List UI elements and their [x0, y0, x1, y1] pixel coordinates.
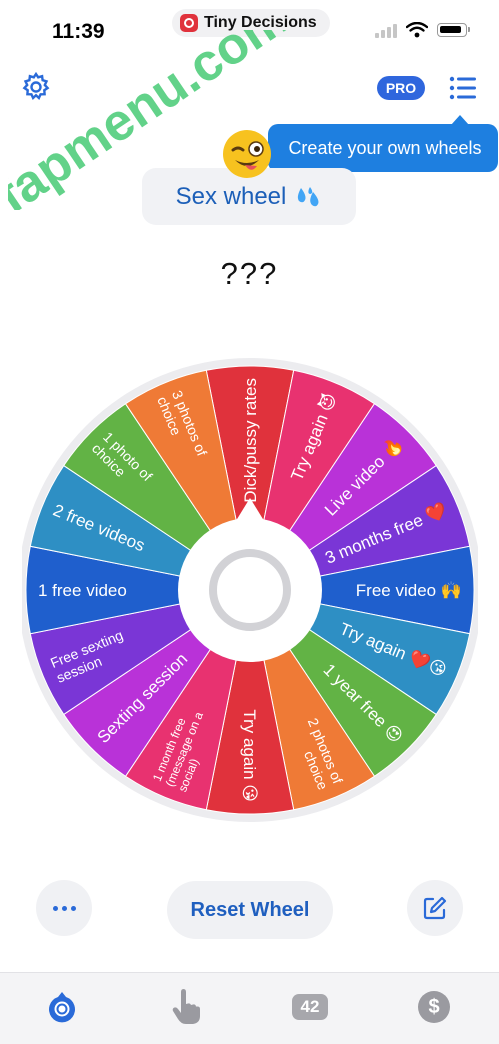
- status-icons: [375, 22, 470, 38]
- status-bar: 11:39 Tiny Decisions: [0, 0, 499, 60]
- pro-badge[interactable]: PRO: [377, 76, 425, 100]
- more-options-button[interactable]: [36, 880, 92, 936]
- edit-wheel-button[interactable]: [407, 880, 463, 936]
- wifi-icon: [406, 22, 428, 38]
- tab-money[interactable]: $: [414, 987, 454, 1027]
- sweat-droplets-icon: [298, 186, 319, 206]
- edit-icon: [423, 896, 447, 920]
- tab-tap[interactable]: [166, 987, 206, 1027]
- wheel-title: Sex wheel: [175, 182, 287, 210]
- create-wheels-tooltip[interactable]: Create your own wheels: [268, 115, 498, 172]
- number-badge: 42: [292, 994, 328, 1020]
- settings-gear-icon[interactable]: [20, 71, 52, 103]
- wheel-segment-label: Free video 🙌: [356, 581, 462, 600]
- tab-wheel[interactable]: [42, 987, 82, 1027]
- app-name: Tiny Decisions: [204, 14, 317, 31]
- wheel-hub[interactable]: [178, 518, 322, 662]
- wheel-segment-label: Try again 😘: [240, 709, 259, 802]
- wink-emoji-icon: [223, 130, 271, 178]
- spin-wheel[interactable]: Dick/pussy rates Try again 😈 Live video 🔥 3…: [18, 358, 482, 822]
- clock: 11:39: [52, 20, 105, 43]
- wheel-graphic[interactable]: Dick/pussy rates Try again 😈Live video 🔥3…: [18, 358, 482, 822]
- spin-result: ???: [220, 256, 279, 291]
- signal-icon: [375, 23, 397, 38]
- battery-icon: [437, 23, 470, 37]
- dollar-icon: $: [418, 991, 450, 1023]
- pointing-hand-icon: [172, 989, 200, 1024]
- app-icon: [180, 14, 198, 32]
- bottom-controls: Reset Wheel: [0, 880, 499, 942]
- wheel-segment-label: Dick/pussy rates: [241, 378, 260, 503]
- wheel-segment-label: 1 free video: [38, 581, 127, 600]
- reset-wheel-button[interactable]: Reset Wheel: [167, 881, 333, 939]
- ellipsis-icon: [52, 905, 76, 911]
- app-indicator[interactable]: Tiny Decisions: [172, 9, 330, 37]
- wheel-list-icon[interactable]: [449, 75, 477, 101]
- wheel-tab-icon: [49, 992, 75, 1023]
- tab-number[interactable]: 42: [290, 987, 330, 1027]
- tab-bar: 42 $: [0, 972, 499, 1044]
